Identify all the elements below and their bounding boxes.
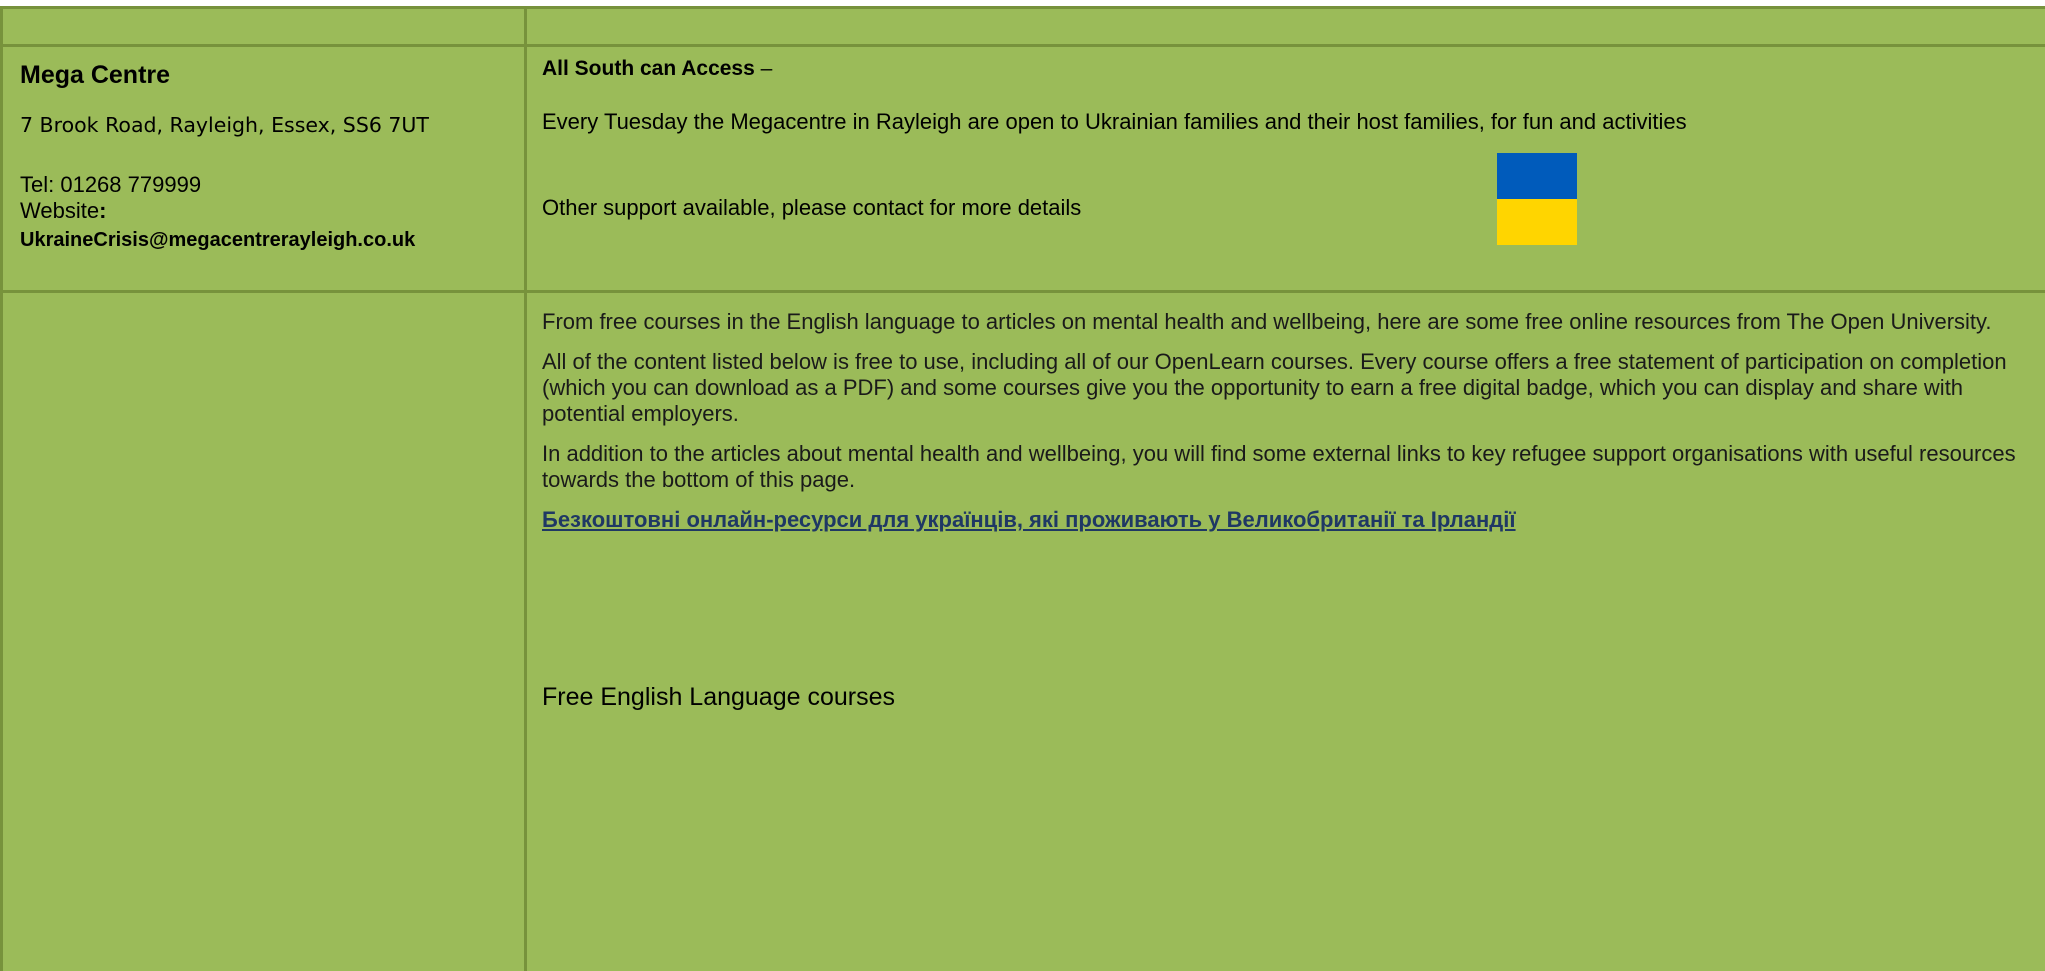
empty-left-cell	[0, 290, 528, 971]
table-header-cell-left	[0, 6, 528, 48]
resource-table: Mega Centre 7 Brook Road, Rayleigh, Esse…	[0, 0, 2045, 971]
open-university-text: From free courses in the English languag…	[542, 309, 2042, 533]
ukraine-flag-icon	[1497, 153, 1577, 245]
ou-links-paragraph: In addition to the articles about mental…	[542, 441, 2016, 492]
ou-content-paragraph: All of the content listed below is free …	[542, 349, 2007, 426]
ou-intro-paragraph: From free courses in the English languag…	[542, 309, 1992, 334]
flag-yellow-band	[1497, 199, 1577, 245]
access-dash: –	[754, 57, 773, 80]
table-header-cell-right	[524, 6, 2045, 48]
organisation-telephone: Tel: 01268 779999	[20, 172, 202, 197]
service-other-support: Other support available, please contact …	[542, 195, 1082, 220]
flag-blue-band	[1497, 153, 1577, 199]
website-label-text: Website	[20, 198, 100, 223]
english-courses-heading: Free English Language courses	[542, 683, 896, 711]
service-details-cell: All South can Access – Every Tuesday the…	[524, 44, 2045, 294]
access-line: All South can Access –	[542, 57, 772, 81]
website-label-colon: :	[99, 198, 107, 223]
organisation-email[interactable]: UkraineCrisis@megacentrerayleigh.co.uk	[20, 227, 415, 253]
open-university-cell: From free courses in the English languag…	[524, 290, 2045, 971]
organisation-contact-cell: Mega Centre 7 Brook Road, Rayleigh, Esse…	[0, 44, 528, 294]
access-label: All South can Access	[542, 57, 755, 80]
organisation-address: 7 Brook Road, Rayleigh, Essex, SS6 7UT	[20, 113, 429, 137]
ukrainian-resources-link[interactable]: Безкоштовні онлайн-ресурси для українців…	[542, 507, 2042, 533]
service-description: Every Tuesday the Megacentre in Rayleigh…	[542, 109, 1687, 134]
organisation-website-label: Website:	[20, 198, 106, 224]
organisation-name: Mega Centre	[20, 61, 171, 89]
